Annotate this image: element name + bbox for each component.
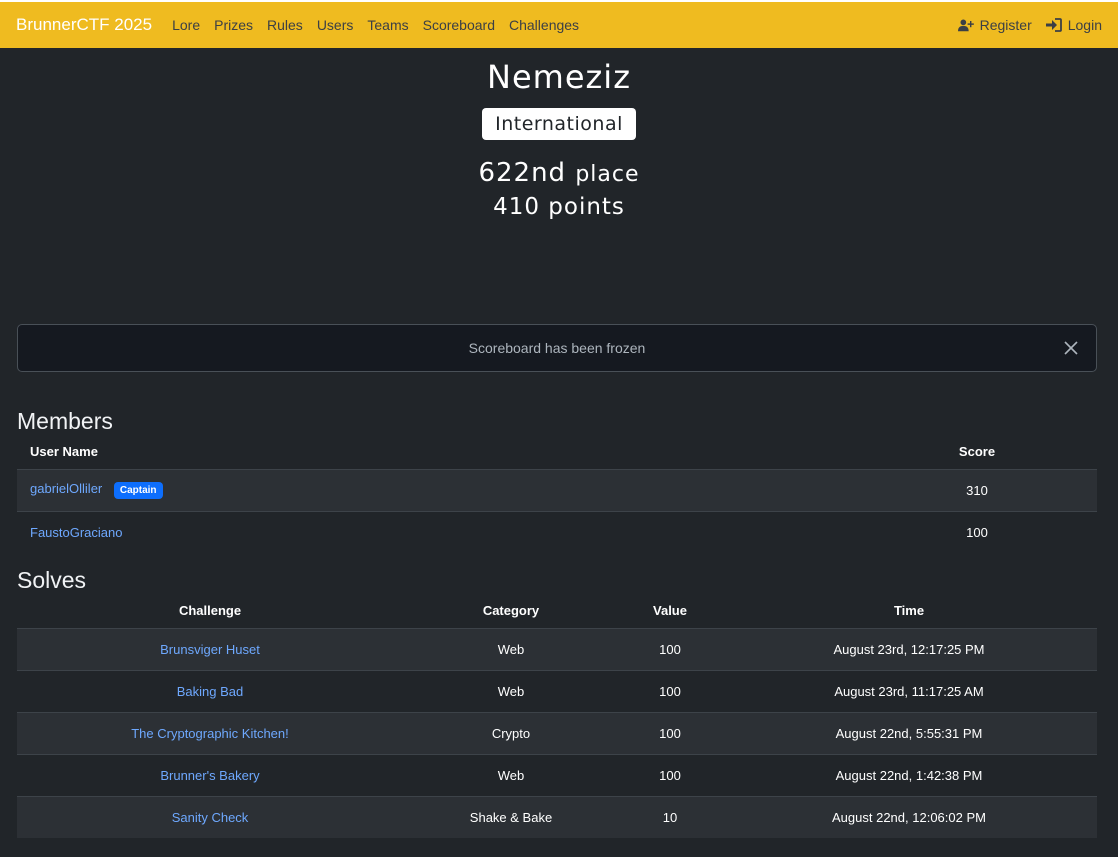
team-points: 410 points <box>493 194 625 220</box>
member-cell: FaustoGraciano <box>17 511 857 553</box>
challenge-link[interactable]: The Cryptographic Kitchen! <box>131 726 289 741</box>
category-cell: Shake & Bake <box>469 809 553 825</box>
captain-badge: Captain <box>113 481 163 499</box>
nav-links: Lore Prizes Rules Users Teams Scoreboard… <box>172 17 579 33</box>
table-row: Sanity Check Shake & Bake 10 August 22nd… <box>17 796 1097 838</box>
members-table: User Name Score gabrielOlliler Captain 3… <box>17 435 1097 553</box>
brand-link[interactable]: BrunnerCTF 2025 <box>16 15 152 35</box>
login-link[interactable]: Login <box>1045 17 1102 33</box>
challenge-link[interactable]: Sanity Check <box>172 810 249 825</box>
team-hero: Nemeziz International 622nd place 410 po… <box>0 48 1118 324</box>
navbar: BrunnerCTF 2025 Lore Prizes Rules Users … <box>0 2 1118 48</box>
time-cell: August 23rd, 11:17:25 AM <box>834 683 984 699</box>
header-challenge: Challenge <box>178 603 242 619</box>
challenge-link[interactable]: Baking Bad <box>177 684 244 699</box>
nav-prizes[interactable]: Prizes <box>214 17 253 33</box>
time-cell: August 22nd, 5:55:31 PM <box>835 725 983 741</box>
nav-rules[interactable]: Rules <box>267 17 303 33</box>
nav-challenges[interactable]: Challenges <box>509 17 579 33</box>
header-value: Value <box>653 603 687 619</box>
nav-lore[interactable]: Lore <box>172 17 200 33</box>
value-cell: 100 <box>659 641 681 657</box>
sign-in-icon <box>1045 18 1062 32</box>
team-name: Nemeziz <box>487 58 631 96</box>
value-cell: 10 <box>662 809 678 825</box>
nav-teams[interactable]: Teams <box>367 17 408 33</box>
table-row: FaustoGraciano 100 <box>17 511 1097 553</box>
time-cell: August 23rd, 12:17:25 PM <box>833 641 985 657</box>
header-category: Category <box>482 603 540 619</box>
nav-scoreboard[interactable]: Scoreboard <box>423 17 495 33</box>
solves-table: Challenge Category Value Time Brunsviger… <box>17 594 1097 838</box>
header-user-name: User Name <box>30 444 98 460</box>
table-row: Baking Bad Web 100 August 23rd, 11:17:25… <box>17 670 1097 712</box>
time-cell: August 22nd, 12:06:02 PM <box>832 809 986 825</box>
place-number: 622nd <box>478 158 567 188</box>
category-cell: Web <box>497 641 525 657</box>
solves-title: Solves <box>17 567 87 593</box>
login-label: Login <box>1067 17 1102 33</box>
team-place: 622nd place <box>0 158 1118 188</box>
member-score: 310 <box>966 482 988 498</box>
category-cell: Crypto <box>491 725 531 741</box>
member-link[interactable]: FaustoGraciano <box>30 525 123 540</box>
alert-message: Scoreboard has been frozen <box>468 340 646 356</box>
time-cell: August 22nd, 1:42:38 PM <box>835 767 983 783</box>
table-row: Brunner's Bakery Web 100 August 22nd, 1:… <box>17 754 1097 796</box>
member-score: 100 <box>966 524 988 540</box>
category-cell: Web <box>497 683 525 699</box>
member-cell: gabrielOlliler Captain <box>17 469 857 511</box>
close-icon[interactable] <box>1060 337 1082 359</box>
header-time: Time <box>893 603 925 619</box>
table-row: Brunsviger Huset Web 100 August 23rd, 12… <box>17 628 1097 670</box>
nav-users[interactable]: Users <box>317 17 354 33</box>
challenge-link[interactable]: Brunner's Bakery <box>160 768 259 783</box>
nav-right: Register Login <box>957 17 1102 33</box>
value-cell: 100 <box>659 767 681 783</box>
value-cell: 100 <box>659 683 681 699</box>
user-plus-icon <box>957 19 974 32</box>
value-cell: 100 <box>659 725 681 741</box>
table-row: gabrielOlliler Captain 310 <box>17 469 1097 511</box>
register-label: Register <box>979 17 1032 33</box>
place-word: place <box>575 162 640 187</box>
affiliation-badge: International <box>482 108 636 140</box>
member-link[interactable]: gabrielOlliler <box>30 481 102 496</box>
header-score: Score <box>958 444 996 460</box>
frozen-alert: Scoreboard has been frozen <box>17 324 1097 372</box>
register-link[interactable]: Register <box>957 17 1032 33</box>
category-cell: Web <box>497 767 525 783</box>
members-title: Members <box>17 408 113 434</box>
table-row: The Cryptographic Kitchen! Crypto 100 Au… <box>17 712 1097 754</box>
challenge-link[interactable]: Brunsviger Huset <box>160 642 260 657</box>
